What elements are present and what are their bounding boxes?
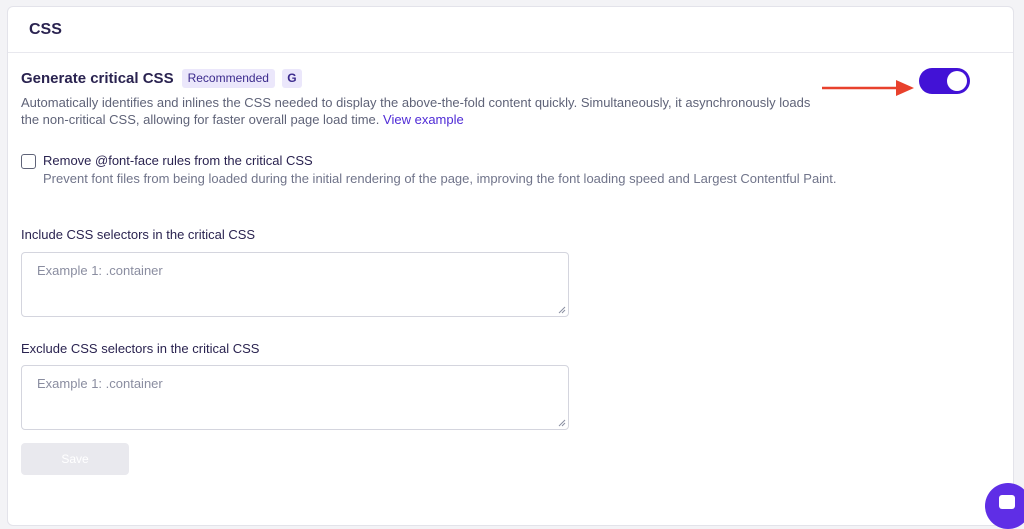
chat-icon[interactable] (985, 483, 1024, 529)
remove-font-face-text: Remove @font-face rules from the critica… (43, 152, 837, 187)
remove-font-face-option: Remove @font-face rules from the critica… (21, 152, 841, 187)
exclude-selectors-label: Exclude CSS selectors in the critical CS… (21, 341, 260, 356)
resize-handle-icon[interactable] (558, 306, 566, 314)
include-selectors-label: Include CSS selectors in the critical CS… (21, 227, 256, 242)
critical-css-setting: Generate critical CSS Recommended G Auto… (21, 68, 981, 128)
card-header: CSS (8, 7, 1013, 53)
remove-font-face-description: Prevent font files from being loaded dur… (43, 171, 837, 186)
g-badge: G (281, 68, 302, 88)
remove-font-face-checkbox[interactable] (21, 154, 36, 169)
resize-handle-icon[interactable] (558, 419, 566, 427)
exclude-selectors-placeholder: Example 1: .container (37, 376, 163, 391)
recommended-badge: Recommended (181, 68, 275, 88)
section-title: CSS (29, 20, 62, 38)
exclude-selectors-textarea[interactable]: Example 1: .container (21, 365, 569, 430)
view-example-link[interactable]: View example (383, 112, 464, 127)
include-selectors-placeholder: Example 1: .container (37, 263, 163, 278)
chat-bubble-inner (999, 495, 1015, 509)
save-button[interactable]: Save (21, 443, 129, 475)
critical-css-title: Generate critical CSS (21, 69, 174, 87)
critical-css-toggle[interactable] (919, 68, 970, 94)
critical-css-description: Automatically identifies and inlines the… (21, 94, 821, 128)
arrow-right-icon (822, 80, 914, 96)
toggle-knob (947, 71, 967, 91)
remove-font-face-label[interactable]: Remove @font-face rules from the critica… (43, 152, 837, 169)
include-selectors-textarea[interactable]: Example 1: .container (21, 252, 569, 317)
